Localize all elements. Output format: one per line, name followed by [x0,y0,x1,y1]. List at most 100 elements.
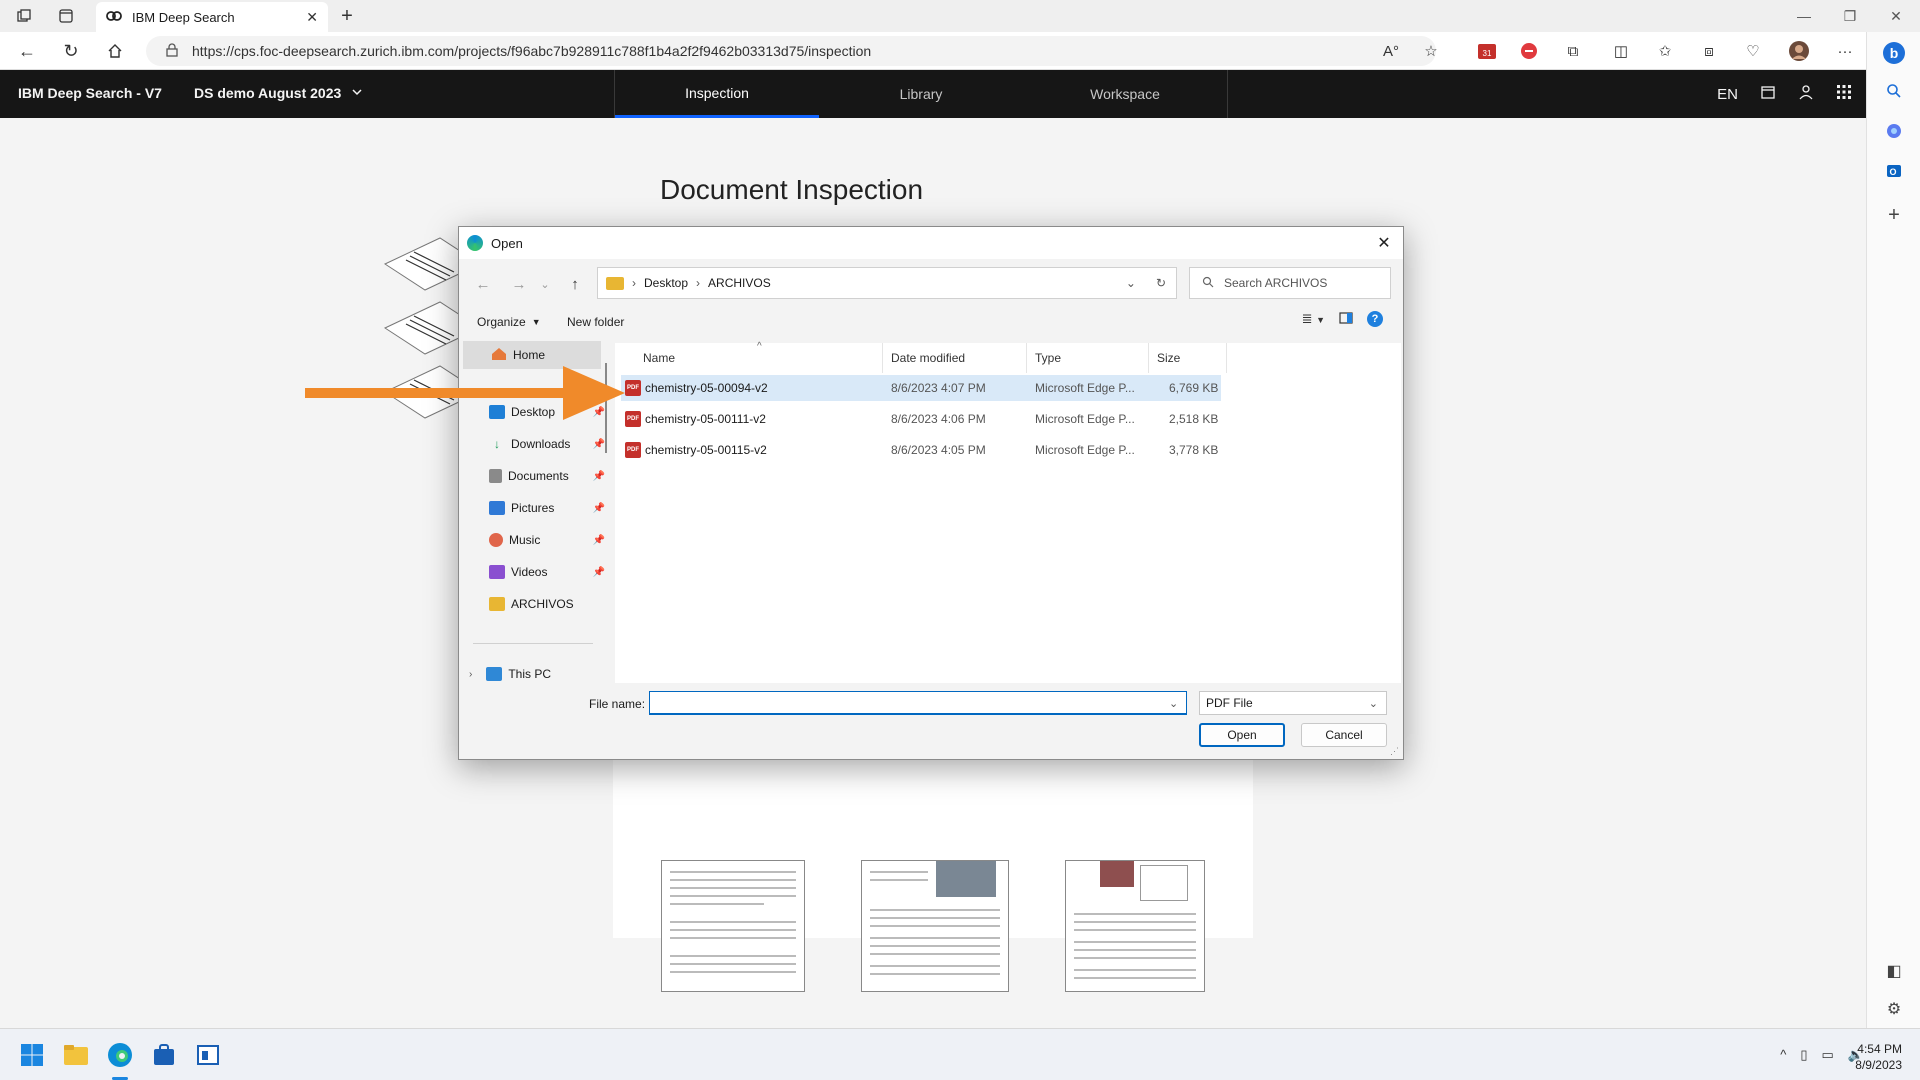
column-header-size[interactable]: Size [1149,343,1227,373]
nav-downloads[interactable]: ↓ Downloads 📌 [489,431,609,457]
home-icon[interactable] [100,37,130,65]
help-icon[interactable]: ? [1367,311,1383,327]
battery-icon[interactable]: ▯ [1800,1047,1807,1063]
breadcrumb-archivos[interactable]: ARCHIVOS [708,276,771,290]
file-explorer-icon[interactable] [60,1039,92,1071]
address-dropdown-icon[interactable]: ⌄ [1126,276,1136,290]
pin-icon[interactable]: 📌 [593,439,605,450]
new-folder-button[interactable]: New folder [567,315,624,329]
minimize-icon[interactable]: — [1782,0,1826,32]
workspaces-icon[interactable] [10,2,38,30]
thumbnail-doc-3[interactable] [1065,860,1205,992]
dialog-back-icon[interactable]: ← [469,271,497,297]
thumbnail-doc-2[interactable] [861,860,1009,992]
column-header-type[interactable]: Type [1027,343,1149,373]
dialog-close-icon[interactable]: ✕ [1371,231,1397,255]
add-sidebar-app-icon[interactable]: + [1879,200,1909,230]
favorite-star-icon[interactable]: ☆ [1416,37,1446,65]
nav-home[interactable]: Home [463,341,601,369]
column-header-date[interactable]: Date modified [883,343,1027,373]
close-tab-icon[interactable]: ✕ [306,9,318,26]
network-icon[interactable]: ▭ [1822,1047,1834,1063]
pin-icon[interactable]: 📌 [593,471,605,482]
profile-avatar[interactable] [1784,37,1814,65]
open-button[interactable]: Open [1199,723,1285,747]
language-selector[interactable]: EN [1717,86,1738,103]
column-header-name[interactable]: Name ^ [635,341,883,373]
extension-red-icon[interactable] [1514,37,1544,65]
file-row[interactable]: PDF chemistry-05-00094-v2 8/6/2023 4:07 … [621,375,1221,401]
restore-icon[interactable]: ❐ [1828,0,1872,32]
outlook-icon[interactable]: O [1879,156,1909,186]
recent-locations-icon[interactable]: ⌄ [531,271,559,297]
search-archivos-input[interactable]: Search ARCHIVOS [1189,267,1391,299]
app-window-icon[interactable] [192,1039,224,1071]
organize-button[interactable]: Organize ▼ [477,315,541,329]
nav-workspace[interactable]: Workspace [1023,70,1227,118]
app-brand[interactable]: IBM Deep Search - V7 [18,85,162,101]
bing-chat-icon[interactable]: b [1879,38,1909,68]
expand-chevron-icon[interactable]: › [469,669,472,680]
up-folder-icon[interactable]: ↑ [561,271,589,297]
taskbar-clock[interactable]: 4:54 PM 8/9/2023 [1855,1041,1902,1073]
sidebar-settings-icon[interactable]: ⚙ [1879,994,1909,1024]
edge-browser-icon[interactable] [104,1039,136,1071]
file-name-dropdown-icon[interactable]: ⌄ [1169,697,1178,710]
computer-icon [486,667,503,681]
split-screen-icon[interactable]: ◫ [1606,37,1636,65]
browser-tab-active[interactable]: IBM Deep Search ✕ [96,2,328,32]
read-aloud-icon[interactable]: A° [1376,37,1406,65]
file-row[interactable]: PDF chemistry-05-00115-v2 8/6/2023 4:05 … [621,437,1221,463]
breadcrumb[interactable]: › Desktop › ARCHIVOS ⌄ ↻ [597,267,1177,299]
pdf-file-icon: PDF [625,411,641,427]
preview-pane-icon[interactable] [1339,311,1353,327]
nav-inspection[interactable]: Inspection [615,70,819,118]
file-type-select[interactable]: PDF File ⌄ [1199,691,1387,715]
nav-archivos[interactable]: ARCHIVOS [489,591,609,617]
thumbnail-doc-1[interactable] [661,860,805,992]
resize-grip-icon[interactable]: ⋰ [1390,746,1399,757]
breadcrumb-separator-icon: › [632,276,636,290]
browser-essentials-icon[interactable]: ♡ [1738,37,1768,65]
cancel-button[interactable]: Cancel [1301,723,1387,747]
tab-actions-icon[interactable] [52,2,80,30]
more-menu-icon[interactable]: ··· [1830,37,1860,65]
search-icon[interactable] [1879,76,1909,106]
show-hidden-icons-icon[interactable]: ^ [1780,1047,1786,1063]
nav-videos[interactable]: Videos 📌 [489,559,609,585]
nav-library[interactable]: Library [819,70,1023,118]
file-row[interactable]: PDF chemistry-05-00111-v2 8/6/2023 4:06 … [621,406,1221,432]
view-options-icon[interactable]: ≣ ▼ [1302,311,1325,327]
nav-this-pc[interactable]: › This PC [469,661,589,681]
file-name-input[interactable] [649,691,1187,715]
app-switcher-icon[interactable] [1836,84,1852,104]
pin-icon[interactable]: 📌 [593,567,605,578]
extensions-puzzle-icon[interactable]: ⧉ [1558,37,1588,65]
extension-calendar-icon[interactable]: 31 [1472,37,1502,65]
copilot-icon[interactable] [1879,116,1909,146]
file-name: chemistry-05-00115-v2 [645,443,767,457]
calendar-icon[interactable] [1760,84,1776,104]
hide-sidebar-icon[interactable]: ◧ [1879,956,1909,986]
nav-documents[interactable]: Documents 📌 [489,463,609,489]
collections-icon[interactable]: ⧈ [1694,37,1724,65]
dialog-forward-icon[interactable]: → [505,271,533,297]
dialog-refresh-icon[interactable]: ↻ [1156,276,1166,290]
file-type-value: PDF File [1206,696,1253,710]
refresh-icon[interactable]: ↻ [56,37,86,65]
store-icon[interactable] [148,1039,180,1071]
favorites-icon[interactable]: ✩ [1650,37,1680,65]
windows-start-icon[interactable] [16,1039,48,1071]
nav-pictures[interactable]: Pictures 📌 [489,495,609,521]
pin-icon[interactable]: 📌 [593,535,605,546]
breadcrumb-desktop[interactable]: Desktop [644,276,688,290]
user-icon[interactable] [1798,84,1814,104]
new-tab-button[interactable]: + [334,4,360,28]
nav-music[interactable]: Music 📌 [489,527,609,553]
file-date: 8/6/2023 4:07 PM [891,381,986,395]
project-selector[interactable]: DS demo August 2023 [194,85,363,101]
back-icon[interactable]: ← [12,37,42,65]
url-field[interactable]: https://cps.foc-deepsearch.zurich.ibm.co… [146,36,1436,66]
pin-icon[interactable]: 📌 [593,503,605,514]
close-window-icon[interactable]: ✕ [1874,0,1918,32]
